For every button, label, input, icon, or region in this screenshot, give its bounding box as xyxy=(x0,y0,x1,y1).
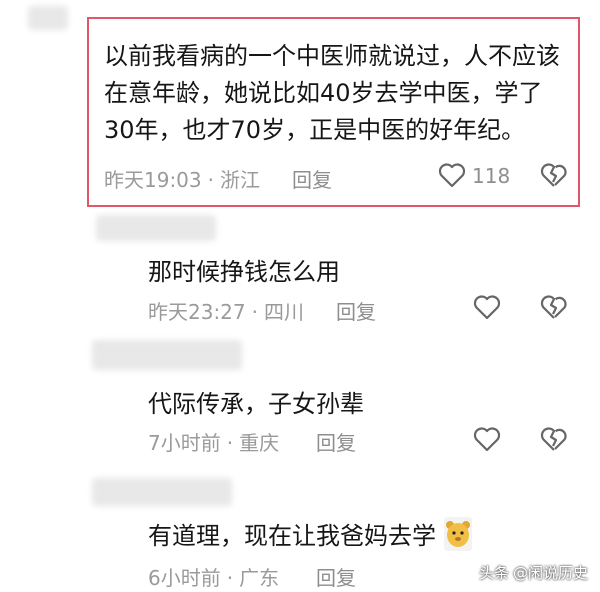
broken-heart-icon[interactable] xyxy=(540,426,568,452)
blurred-avatar xyxy=(28,6,68,30)
like-count: 118 xyxy=(472,164,511,188)
comment-location: 浙江 xyxy=(220,168,260,192)
blurred-avatar xyxy=(92,478,232,506)
broken-heart-icon[interactable] xyxy=(540,162,568,188)
comment-meta: 昨天19:03 · 浙江 xyxy=(104,168,260,192)
comment-text: 有道理，现在让我爸妈去学 xyxy=(148,522,436,550)
comment-text-line: 在意年龄，她说比如40岁去学中医，学了 xyxy=(104,79,543,107)
watermark: 头条 @闲说历史 xyxy=(479,562,588,583)
heart-icon[interactable] xyxy=(473,426,501,452)
comment-meta: 6小时前 · 广东 xyxy=(148,566,280,590)
comment-location: 重庆 xyxy=(239,431,280,455)
comment-text-line: 30年，也才70岁，正是中医的好年纪。 xyxy=(104,116,526,144)
comment-time: 昨天19:03 xyxy=(104,168,202,192)
reply-button[interactable]: 回复 xyxy=(336,296,376,325)
comment-location: 四川 xyxy=(264,300,304,324)
broken-heart-icon[interactable] xyxy=(540,294,568,320)
watermark-brand: 头条 xyxy=(478,564,509,582)
comment-time: 7小时前 xyxy=(148,431,221,455)
heart-icon[interactable] xyxy=(438,162,466,188)
blurred-avatar xyxy=(96,215,216,241)
comment-time: 6小时前 xyxy=(148,566,221,590)
watermark-account: @闲说历史 xyxy=(512,564,588,582)
comment-text-line: 以前我看病的一个中医师就说过，人不应该 xyxy=(104,42,560,70)
reply-button[interactable]: 回复 xyxy=(316,427,356,456)
comment-meta: 7小时前 · 重庆 xyxy=(148,431,280,455)
comment-location: 广东 xyxy=(239,566,280,590)
blurred-avatar xyxy=(92,340,242,370)
bear-emoji-icon xyxy=(444,517,472,551)
comment-time: 昨天23:27 xyxy=(148,300,246,324)
reply-button[interactable]: 回复 xyxy=(292,164,332,193)
comment-text: 代际传承，子女孙辈 xyxy=(148,390,364,418)
heart-icon[interactable] xyxy=(473,294,501,320)
comment-text: 那时候挣钱怎么用 xyxy=(148,258,340,286)
reply-button[interactable]: 回复 xyxy=(316,562,356,591)
comment-meta: 昨天23:27 · 四川 xyxy=(148,300,304,324)
comment-text: 以前我看病的一个中医师就说过，人不应该 在意年龄，她说比如40岁去学中医，学了 … xyxy=(104,38,560,149)
